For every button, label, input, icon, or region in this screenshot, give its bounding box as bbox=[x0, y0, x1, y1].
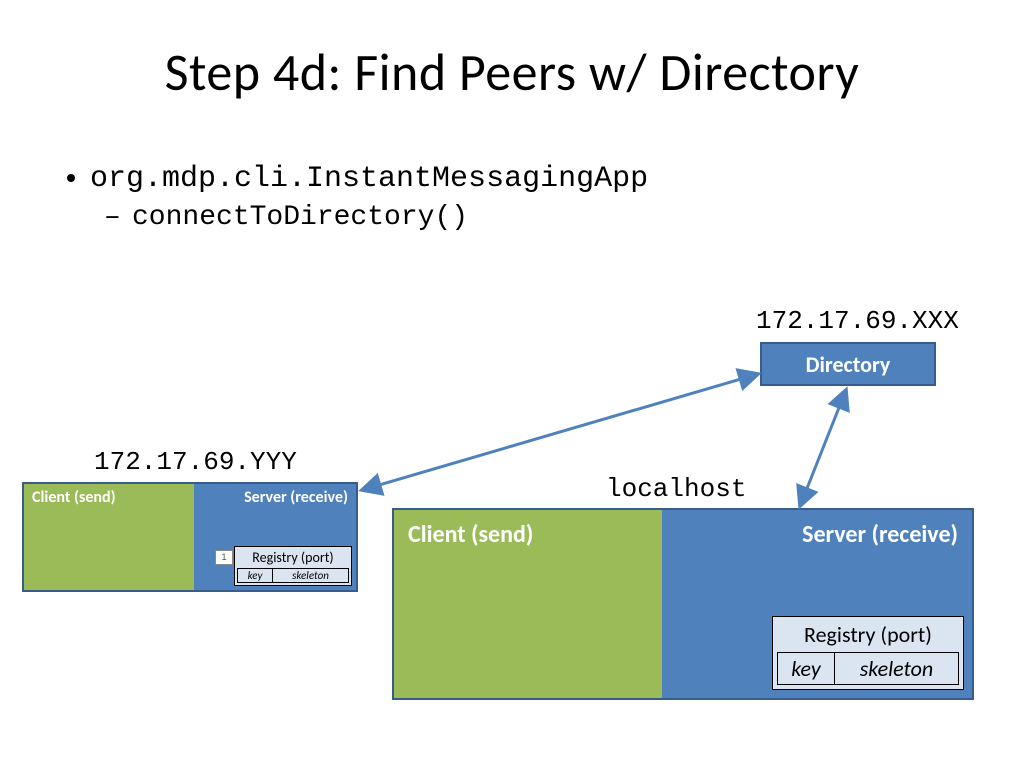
local-registry-skeleton: skeleton bbox=[834, 653, 958, 684]
peer-server-label: Server (receive) bbox=[244, 488, 348, 507]
local-client-box: Client (send) bbox=[394, 510, 662, 698]
peer-server-box: Server (receive) 1 Registry (port) key s… bbox=[194, 484, 356, 590]
arrow-directory-peer bbox=[362, 374, 758, 490]
peer-registry-label: Registry (port) bbox=[235, 547, 351, 568]
peer-ip-label: 172.17.69.YYY bbox=[94, 447, 297, 477]
slide-title: Step 4d: Find Peers w/ Directory bbox=[0, 40, 1024, 104]
class-name: org.mdp.cli.InstantMessagingApp bbox=[90, 162, 648, 196]
peer-client-box: Client (send) bbox=[24, 484, 194, 590]
peer-registry-skeleton: skeleton bbox=[272, 569, 348, 582]
local-registry-key: key bbox=[778, 653, 834, 684]
sub-bullet-list: connectToDirectory() bbox=[90, 202, 648, 233]
peer-registry-row: key skeleton bbox=[237, 568, 349, 583]
local-host-label: localhost bbox=[606, 474, 746, 504]
arrow-directory-local bbox=[800, 390, 846, 506]
peer-registry-count: 1 bbox=[215, 550, 233, 565]
local-registry-row: key skeleton bbox=[777, 652, 959, 685]
directory-ip-label: 172.17.69.XXX bbox=[756, 306, 959, 336]
local-node: Client (send) Server (receive) Registry … bbox=[392, 508, 974, 700]
local-registry-label: Registry (port) bbox=[773, 617, 963, 650]
peer-node: Client (send) Server (receive) 1 Registr… bbox=[22, 482, 358, 592]
peer-registry: 1 Registry (port) key skeleton bbox=[234, 546, 352, 586]
bullet-list: org.mdp.cli.InstantMessagingApp connectT… bbox=[60, 162, 648, 233]
local-server-box: Server (receive) Registry (port) key ske… bbox=[662, 510, 972, 698]
bullet-class: org.mdp.cli.InstantMessagingApp connectT… bbox=[90, 162, 648, 233]
peer-registry-key: key bbox=[238, 569, 272, 582]
local-registry: Registry (port) key skeleton bbox=[772, 616, 964, 690]
bullet-method: connectToDirectory() bbox=[132, 202, 648, 233]
directory-box: Directory bbox=[760, 342, 936, 386]
local-server-label: Server (receive) bbox=[802, 520, 958, 549]
